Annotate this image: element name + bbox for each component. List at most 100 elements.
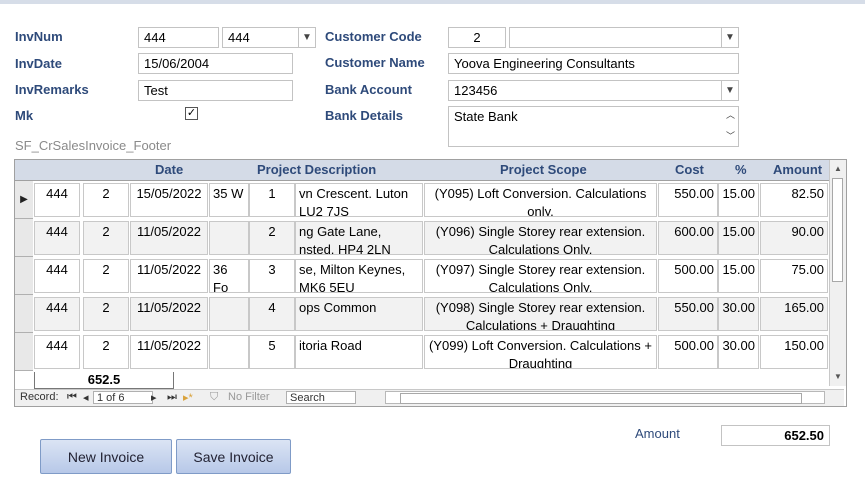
chevron-down-icon[interactable]: ▼ — [298, 28, 315, 47]
col-pct-header[interactable]: % — [735, 162, 747, 177]
cell-addr1[interactable] — [209, 297, 249, 331]
cell-cost[interactable]: 550.00 — [658, 183, 718, 217]
cell-date[interactable]: 11/05/2022 — [130, 221, 208, 255]
customer-code-combo[interactable]: ▼ — [509, 27, 739, 48]
scroll-down-icon[interactable]: ▼ — [830, 370, 846, 384]
cell-cust[interactable]: 2 — [83, 221, 129, 255]
cell-pct[interactable]: 15.00 — [718, 183, 759, 217]
cell-inv[interactable]: 444 — [34, 221, 80, 255]
horizontal-scrollbar[interactable] — [385, 391, 825, 404]
filter-icon[interactable]: ⛉ — [210, 391, 218, 404]
cell-date[interactable]: 11/05/2022 — [130, 335, 208, 369]
scroll-down-icon[interactable]: ﹀ — [726, 129, 735, 142]
cell-num[interactable]: 4 — [249, 297, 295, 331]
scroll-up-icon[interactable]: ︿ — [726, 108, 735, 121]
vertical-scrollbar[interactable]: ▲ ▼ — [829, 160, 846, 386]
bank-details-textarea[interactable]: State Bank ︿ ﹀ — [448, 106, 739, 147]
filter-status[interactable]: No Filter — [228, 391, 270, 403]
cell-scope[interactable]: (Y098) Single Storey rear extension. Cal… — [424, 297, 657, 331]
cell-addr1[interactable]: 36 Fo — [209, 259, 249, 293]
customer-code-input[interactable]: 2 — [448, 27, 506, 48]
cell-scope[interactable]: (Y099) Loft Conversion. Calculations + D… — [424, 335, 657, 369]
cell-addr1[interactable] — [209, 335, 249, 369]
row-selector[interactable] — [15, 257, 33, 295]
first-record-icon[interactable]: ⏮ — [67, 391, 77, 404]
col-project-scope-header[interactable]: Project Scope — [500, 162, 587, 177]
amount-summary-value: 652.50 — [721, 425, 830, 446]
col-amount-header[interactable]: Amount — [773, 162, 822, 177]
invnum-combo[interactable]: 444 ▼ — [222, 27, 316, 48]
chevron-down-icon[interactable]: ▼ — [721, 81, 738, 100]
table-row[interactable]: ▶ 444 2 15/05/2022 35 W 1 vn Crescent. Luton L… — [15, 181, 829, 219]
bank-account-combo[interactable]: 123456 ▼ — [448, 80, 739, 101]
cell-inv[interactable]: 444 — [34, 259, 80, 293]
scroll-up-icon[interactable]: ▲ — [830, 162, 846, 176]
table-row[interactable]: 444 2 11/05/2022 4 ops Common (Y098) Single S… — [15, 295, 829, 333]
cell-num[interactable]: 1 — [249, 183, 295, 217]
cell-desc[interactable]: vn Crescent. Luton LU2 7JS — [295, 183, 423, 217]
cell-cost[interactable]: 600.00 — [658, 221, 718, 255]
table-row[interactable]: 444 2 11/05/2022 2 ng Gate Lane, nsted, HP4 … — [15, 219, 829, 257]
customer-name-input[interactable]: Yoova Engineering Consultants — [448, 53, 739, 74]
row-selector[interactable] — [15, 333, 33, 371]
cell-cust[interactable]: 2 — [83, 335, 129, 369]
col-cost-header[interactable]: Cost — [675, 162, 704, 177]
search-input[interactable]: Search — [286, 391, 356, 404]
cell-addr1[interactable]: 35 W — [209, 183, 249, 217]
cell-date[interactable]: 11/05/2022 — [130, 259, 208, 293]
cell-num[interactable]: 2 — [249, 221, 295, 255]
table-row[interactable]: 444 2 11/05/2022 36 Fo 3 se, Milton Keynes, M… — [15, 257, 829, 295]
cell-cust[interactable]: 2 — [83, 297, 129, 331]
record-position-input[interactable]: 1 of 6 — [93, 391, 153, 404]
table-row[interactable]: 444 2 11/05/2022 5 itoria Road (Y099) Loft Co… — [15, 333, 829, 371]
cell-amount[interactable]: 150.00 — [760, 335, 828, 369]
cell-date[interactable]: 11/05/2022 — [130, 297, 208, 331]
cell-pct[interactable]: 30.00 — [718, 335, 759, 369]
mk-checkbox[interactable]: ✓ — [185, 107, 198, 120]
bank-details-value: State Bank — [454, 109, 518, 124]
invnum-input[interactable]: 444 — [138, 27, 219, 48]
cell-amount[interactable]: 165.00 — [760, 297, 828, 331]
col-date-header[interactable]: Date — [155, 162, 183, 177]
cell-inv[interactable]: 444 — [34, 335, 80, 369]
cell-scope[interactable]: (Y097) Single Storey rear extension. Cal… — [424, 259, 657, 293]
scroll-thumb[interactable] — [832, 178, 843, 282]
cell-date[interactable]: 15/05/2022 — [130, 183, 208, 217]
cell-addr1[interactable] — [209, 221, 249, 255]
cell-scope[interactable]: (Y095) Loft Conversion. Calculations onl… — [424, 183, 657, 217]
cell-cost[interactable]: 500.00 — [658, 259, 718, 293]
chevron-down-icon[interactable]: ▼ — [721, 28, 738, 47]
invdate-input[interactable]: 15/06/2004 — [138, 53, 293, 74]
cell-desc[interactable]: itoria Road — [295, 335, 423, 369]
cell-pct[interactable]: 15.00 — [718, 221, 759, 255]
hscroll-thumb[interactable] — [400, 393, 802, 404]
cell-inv[interactable]: 444 — [34, 183, 80, 217]
next-record-icon[interactable]: ▸ — [151, 391, 157, 404]
row-selector[interactable] — [15, 295, 33, 333]
new-invoice-button[interactable]: New Invoice — [40, 439, 172, 474]
invremarks-input[interactable]: Test — [138, 80, 293, 101]
cell-cost[interactable]: 500.00 — [658, 335, 718, 369]
cell-scope[interactable]: (Y096) Single Storey rear extension. Cal… — [424, 221, 657, 255]
save-invoice-button[interactable]: Save Invoice — [176, 439, 291, 474]
cell-amount[interactable]: 75.00 — [760, 259, 828, 293]
previous-record-icon[interactable]: ◂ — [83, 391, 89, 404]
cell-pct[interactable]: 30.00 — [718, 297, 759, 331]
cell-pct[interactable]: 15.00 — [718, 259, 759, 293]
new-record-icon[interactable]: ▸* — [183, 391, 193, 404]
row-selector[interactable]: ▶ — [15, 181, 33, 219]
cell-inv[interactable]: 444 — [34, 297, 80, 331]
cell-cust[interactable]: 2 — [83, 183, 129, 217]
cell-num[interactable]: 3 — [249, 259, 295, 293]
row-selector[interactable] — [15, 219, 33, 257]
cell-amount[interactable]: 90.00 — [760, 221, 828, 255]
cell-desc[interactable]: ng Gate Lane, nsted, HP4 2LN — [295, 221, 423, 255]
cell-amount[interactable]: 82.50 — [760, 183, 828, 217]
cell-cost[interactable]: 550.00 — [658, 297, 718, 331]
cell-desc[interactable]: se, Milton Keynes, MK6 5EU — [295, 259, 423, 293]
col-project-description-header[interactable]: Project Description — [257, 162, 376, 177]
cell-desc[interactable]: ops Common — [295, 297, 423, 331]
cell-cust[interactable]: 2 — [83, 259, 129, 293]
cell-num[interactable]: 5 — [249, 335, 295, 369]
last-record-icon[interactable]: ⏭ — [167, 391, 177, 404]
